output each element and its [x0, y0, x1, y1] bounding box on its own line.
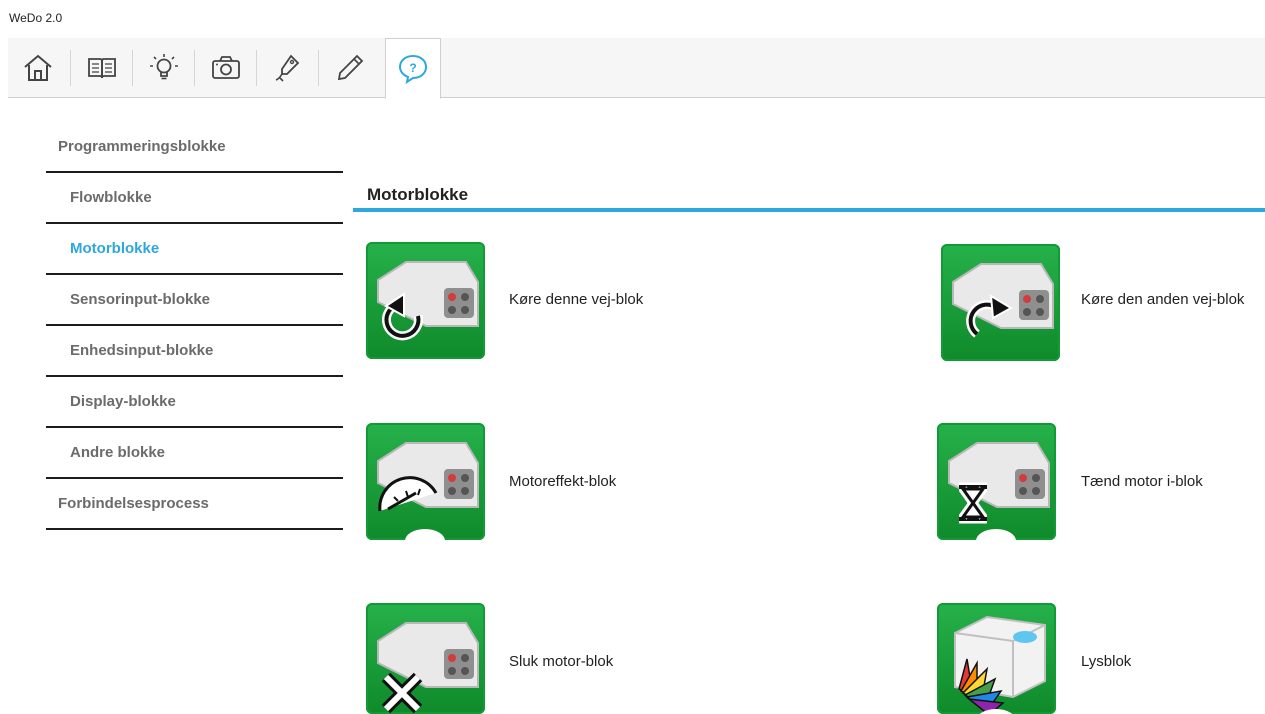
motor-stop-block[interactable] — [366, 603, 485, 714]
motor-clockwise-icon — [952, 263, 1054, 338]
block-label: Motoreffekt-blok — [509, 473, 617, 490]
home-icon — [24, 54, 52, 81]
home-button[interactable] — [8, 38, 68, 98]
light-color-icon — [954, 615, 1046, 714]
sidebar-item-sensorinput-blokke[interactable]: Sensorinput-blokke — [46, 275, 343, 326]
app-title: WeDo 2.0 — [9, 11, 63, 25]
sidebar-item-flowblokke[interactable]: Flowblokke — [46, 173, 343, 224]
sidebar: Programmeringsblokke Flowblokke Motorblo… — [46, 122, 343, 530]
block-label: Tænd motor i-blok — [1081, 473, 1203, 490]
help-button[interactable]: ? — [385, 38, 441, 99]
motor-counterclockwise-icon — [377, 261, 479, 341]
block-label: Lysblok — [1081, 653, 1132, 670]
svg-text:?: ? — [409, 61, 416, 75]
motor-power-block[interactable] — [366, 423, 485, 540]
light-block[interactable] — [937, 603, 1056, 714]
ideas-button[interactable] — [134, 38, 194, 98]
motor-stop-icon — [377, 622, 479, 714]
toolbar: ? — [8, 38, 1265, 99]
motor-counterclockwise-block[interactable] — [366, 242, 485, 359]
sidebar-item-forbindelsesprocess[interactable]: Forbindelsesprocess — [46, 479, 343, 530]
camera-icon — [212, 56, 240, 79]
section-divider — [353, 208, 1265, 212]
block-label: Sluk motor-blok — [509, 653, 614, 670]
camera-button[interactable] — [196, 38, 256, 98]
pen-tool-icon — [275, 54, 300, 82]
help-icon: ? — [398, 54, 428, 84]
block-label: Køre denne vej-blok — [509, 291, 644, 308]
motor-power-icon — [377, 442, 479, 540]
design-button[interactable] — [258, 38, 318, 98]
sidebar-item-display-blokke[interactable]: Display-blokke — [46, 377, 343, 428]
page-title: Motorblokke — [367, 185, 469, 204]
block-label: Køre den anden vej-blok — [1081, 291, 1245, 308]
edit-button[interactable] — [320, 38, 380, 98]
lightbulb-icon — [150, 54, 178, 80]
motor-clockwise-block[interactable] — [941, 244, 1060, 361]
title-bar: WeDo 2.0 — [0, 0, 1265, 38]
sidebar-item-andre-blokke[interactable]: Andre blokke — [46, 428, 343, 479]
sidebar-item-programmeringsblokke[interactable]: Programmeringsblokke — [46, 122, 343, 173]
book-icon — [88, 58, 116, 79]
pencil-icon — [337, 54, 364, 81]
sidebar-item-enhedsinput-blokke[interactable]: Enhedsinput-blokke — [46, 326, 343, 377]
motor-timer-icon — [948, 442, 1050, 540]
book-button[interactable] — [72, 38, 132, 98]
motor-timer-block[interactable] — [937, 423, 1056, 540]
sidebar-item-motorblokke[interactable]: Motorblokke — [46, 224, 343, 275]
